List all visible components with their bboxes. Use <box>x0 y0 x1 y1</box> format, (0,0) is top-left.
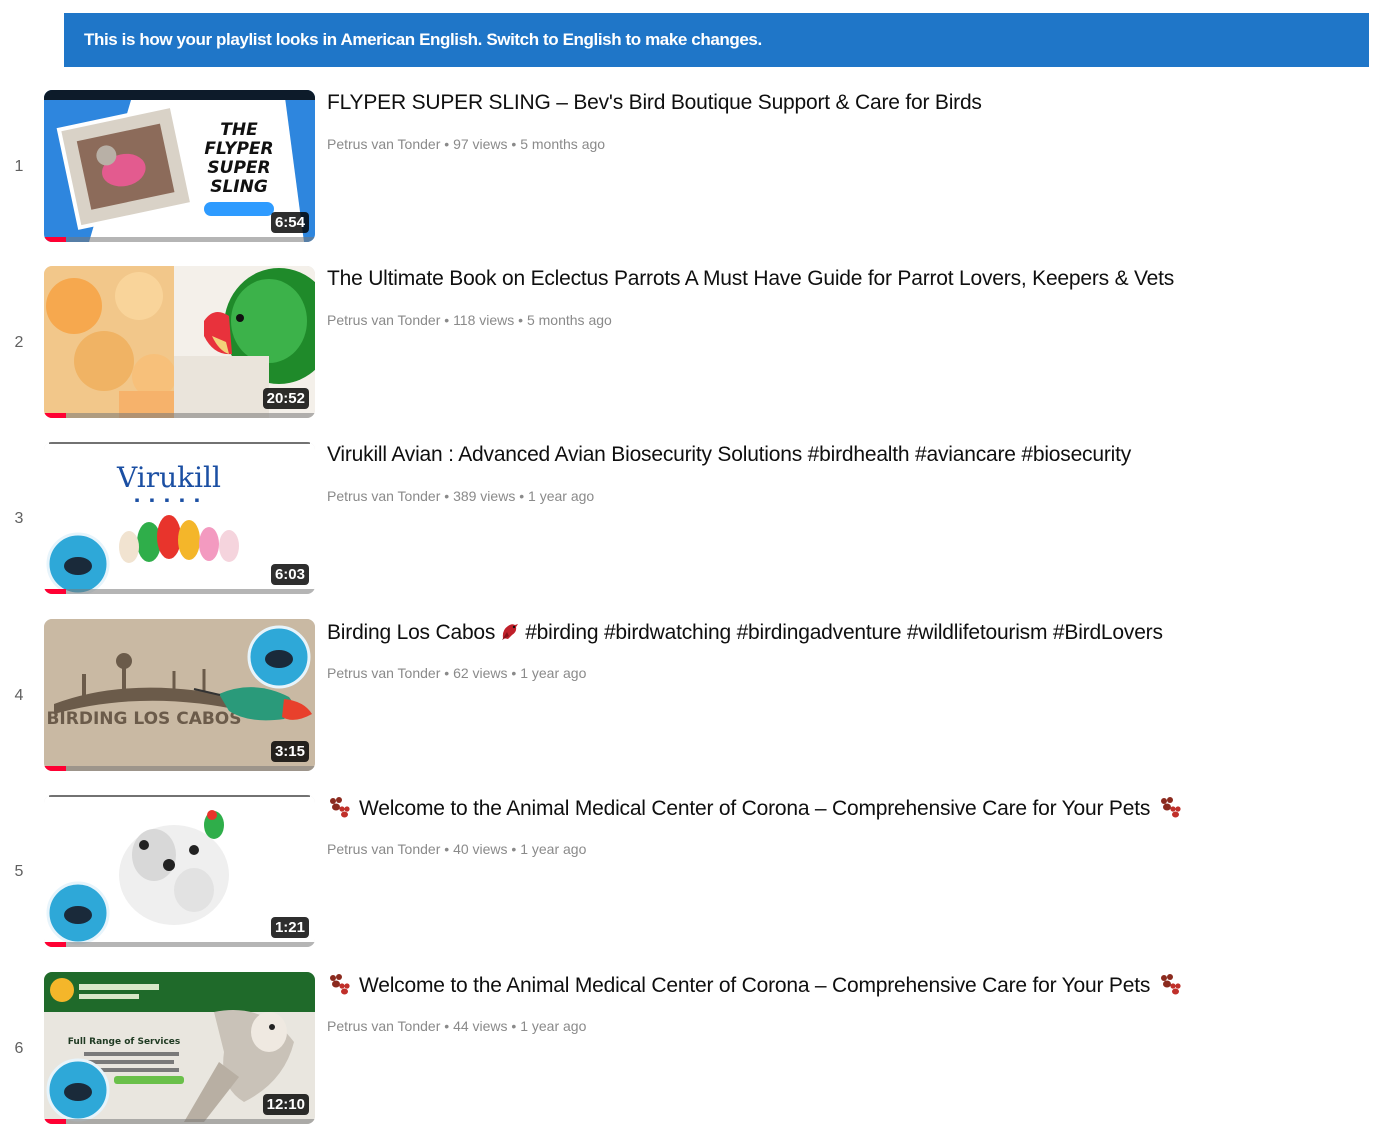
paw-prints-icon <box>1161 974 1181 995</box>
channel-name[interactable]: Petrus van Tonder <box>327 136 440 152</box>
item-index: 4 <box>14 687 24 704</box>
video-duration: 12:10 <box>262 1094 309 1115</box>
meta-separator: • <box>511 665 517 681</box>
thumbnail-heading: Full Range of Services <box>68 1037 181 1047</box>
thumbnail-text-2: FLYPER <box>204 139 273 159</box>
watch-progress-fill <box>44 1119 66 1124</box>
video-meta: Petrus van Tonder • 62 views • 1 year ag… <box>327 665 586 681</box>
upload-age: 1 year ago <box>528 488 595 504</box>
video-title[interactable]: Birding Los Cabos #birding #birdwatching … <box>327 620 1163 645</box>
video-thumbnail[interactable]: 1:21 <box>44 795 315 947</box>
watch-progress-bar <box>44 237 315 242</box>
thumbnail-brand: Virukill <box>116 461 221 494</box>
channel-name[interactable]: Petrus van Tonder <box>327 1018 440 1034</box>
video-duration: 20:52 <box>262 388 309 409</box>
meta-separator: • <box>444 312 450 328</box>
playlist-item[interactable]: 5 1:21 Welcome to the Animal Medical Cen… <box>0 795 1376 955</box>
video-meta: Petrus van Tonder • 97 views • 5 months … <box>327 136 605 152</box>
meta-separator: • <box>518 312 524 328</box>
video-thumbnail[interactable]: BIRDING LOS CABOS 3:15 <box>44 619 315 771</box>
meta-separator: • <box>444 136 450 152</box>
video-meta: Petrus van Tonder • 44 views • 1 year ag… <box>327 1018 586 1034</box>
playlist-item[interactable]: 6 Full Range of Services 12:10 Welcome t… <box>0 972 1376 1132</box>
watch-progress-fill <box>44 766 66 771</box>
video-thumbnail[interactable]: THE FLYPER SUPER SLING 6:54 <box>44 90 315 242</box>
video-title-text: Welcome to the Animal Medical Center of … <box>359 974 1151 997</box>
video-thumbnail[interactable]: Full Range of Services 12:10 <box>44 972 315 1124</box>
paw-prints-icon <box>330 974 350 995</box>
playlist-item[interactable]: 2 20:52 The Ultimate Book on Eclectus Pa… <box>0 266 1376 426</box>
watch-progress-bar <box>44 766 315 771</box>
video-title[interactable]: Welcome to the Animal Medical Center of … <box>327 973 1182 998</box>
upload-age: 5 months ago <box>520 136 606 152</box>
item-index: 5 <box>14 863 24 880</box>
video-thumbnail[interactable]: Virukill ▪ ▪ ▪ ▪ ▪ 6:03 <box>44 442 315 594</box>
video-title[interactable]: Welcome to the Animal Medical Center of … <box>327 796 1182 821</box>
watch-progress-bar <box>44 413 315 418</box>
item-index: 3 <box>14 510 24 527</box>
video-thumbnail[interactable]: 20:52 <box>44 266 315 418</box>
video-duration: 3:15 <box>270 741 309 762</box>
video-meta: Petrus van Tonder • 40 views • 1 year ag… <box>327 841 586 857</box>
video-duration: 1:21 <box>270 917 309 938</box>
paw-prints-icon <box>1161 797 1181 818</box>
language-notice-text: This is how your playlist looks in Ameri… <box>84 30 762 49</box>
playlist-item[interactable]: 4 BIRDING LOS CABOS 3:15 Birding Los Cab… <box>0 619 1376 779</box>
watch-progress-bar <box>44 942 315 947</box>
channel-name[interactable]: Petrus van Tonder <box>327 488 440 504</box>
meta-separator: • <box>511 1018 517 1034</box>
meta-separator: • <box>444 665 450 681</box>
playlist-item[interactable]: 1 THE FLYPER SUPER SLING 6:54 FLYPER SUP… <box>0 90 1376 250</box>
thumbnail-text-1: THE <box>220 120 258 140</box>
video-title-start: Birding Los Cabos <box>327 621 496 644</box>
bird-emoji-icon <box>502 624 519 640</box>
video-duration: 6:54 <box>270 212 309 233</box>
video-title[interactable]: The Ultimate Book on Eclectus Parrots A … <box>327 267 1174 291</box>
svg-text:▪ ▪ ▪ ▪ ▪: ▪ ▪ ▪ ▪ ▪ <box>135 496 204 504</box>
video-duration: 6:03 <box>270 564 309 585</box>
meta-separator: • <box>519 488 525 504</box>
item-index: 1 <box>14 158 24 175</box>
thumbnail-caption: BIRDING LOS CABOS <box>46 709 241 729</box>
view-count: 44 views <box>453 1018 508 1034</box>
channel-name[interactable]: Petrus van Tonder <box>327 841 440 857</box>
video-title-text: Welcome to the Animal Medical Center of … <box>359 797 1151 820</box>
meta-separator: • <box>444 841 450 857</box>
upload-age: 1 year ago <box>520 841 587 857</box>
watch-progress-fill <box>44 413 66 418</box>
watch-progress-fill <box>44 589 66 594</box>
watch-progress-fill <box>44 237 66 242</box>
watch-progress-fill <box>44 942 66 947</box>
thumbnail-text-3: SUPER <box>207 158 270 178</box>
watch-progress-bar <box>44 1119 315 1124</box>
watch-progress-bar <box>44 589 315 594</box>
item-index: 2 <box>14 334 24 351</box>
video-title[interactable]: Virukill Avian : Advanced Avian Biosecur… <box>327 443 1131 467</box>
thumbnail-text-4: SLING <box>210 177 268 197</box>
upload-age: 1 year ago <box>520 665 587 681</box>
channel-name[interactable]: Petrus van Tonder <box>327 665 440 681</box>
video-meta: Petrus van Tonder • 118 views • 5 months… <box>327 312 612 328</box>
view-count: 62 views <box>453 665 508 681</box>
upload-age: 5 months ago <box>526 312 612 328</box>
video-title[interactable]: FLYPER SUPER SLING – Bev's Bird Boutique… <box>327 91 982 115</box>
meta-separator: • <box>511 136 517 152</box>
paw-prints-icon <box>330 797 350 818</box>
view-count: 97 views <box>453 136 508 152</box>
view-count: 40 views <box>453 841 508 857</box>
upload-age: 1 year ago <box>520 1018 587 1034</box>
video-title-end: #birding #birdwatching #birdingadventure… <box>525 621 1163 644</box>
item-index: 6 <box>14 1040 24 1057</box>
meta-separator: • <box>444 1018 450 1034</box>
meta-separator: • <box>511 841 517 857</box>
channel-name[interactable]: Petrus van Tonder <box>327 312 440 328</box>
view-count: 118 views <box>453 312 515 328</box>
playlist-item[interactable]: 3 Virukill ▪ ▪ ▪ ▪ ▪ 6:03 Virukill Avian… <box>0 442 1376 602</box>
language-notice-banner: This is how your playlist looks in Ameri… <box>64 13 1369 67</box>
view-count: 389 views <box>453 488 516 504</box>
meta-separator: • <box>444 488 450 504</box>
video-meta: Petrus van Tonder • 389 views • 1 year a… <box>327 488 594 504</box>
